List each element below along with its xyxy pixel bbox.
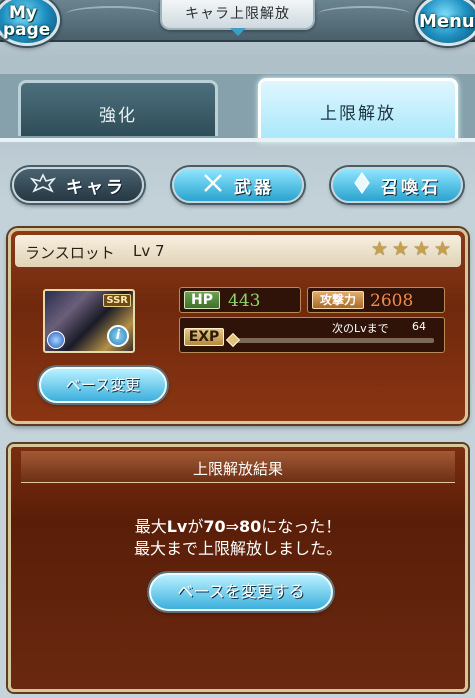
tab-limit-break[interactable]: 上限解放 <box>258 78 458 142</box>
mypage-label-line2: page <box>3 20 51 40</box>
result-message-line2: 最大まで上限解放しました。 <box>133 539 342 558</box>
result-max-to: 80 <box>239 517 262 536</box>
info-icon[interactable]: i <box>107 325 129 347</box>
result-text: が <box>187 517 204 536</box>
exp-progress-bar <box>234 338 434 343</box>
filter-weapon-button[interactable]: 武器 <box>172 167 304 203</box>
star-icon: ★ <box>371 238 389 260</box>
arrow-icon: ⇒ <box>225 517 240 536</box>
crystal-icon <box>353 171 371 199</box>
character-level: Lv 7 <box>133 242 165 260</box>
rarity-badge: SSR <box>103 294 131 307</box>
result-max-from: 70 <box>203 517 226 536</box>
filter-weapon-label: 武器 <box>234 177 274 198</box>
character-panel: ランスロット Lv 7 ★ ★ ★ ★ SSR i ベース変更 HP 443 攻… <box>8 228 468 424</box>
tab-enhance-label: 強化 <box>99 106 137 126</box>
header-ornament-right <box>318 6 410 22</box>
hp-label: HP <box>184 291 220 309</box>
menu-label: Menu <box>419 11 475 32</box>
filter-character-label: キャラ <box>66 177 126 198</box>
star-rating: ★ ★ ★ ★ <box>371 240 453 259</box>
result-text: になった！ <box>261 517 342 536</box>
tab-enhance[interactable]: 強化 <box>18 80 218 136</box>
result-panel: 上限解放結果 最大Lvが70⇒80になった！ 最大まで上限解放しました。 ベース… <box>8 444 468 692</box>
base-change-button[interactable]: ベース変更 <box>39 367 167 403</box>
character-title-bar: ランスロット Lv 7 ★ ★ ★ ★ <box>15 235 461 267</box>
star-icon: ★ <box>392 238 410 260</box>
filter-character-button[interactable]: キャラ <box>12 167 144 203</box>
star-icon: ★ <box>413 238 431 260</box>
hp-stat: HP 443 <box>179 287 301 313</box>
exp-label: EXP <box>184 328 224 346</box>
character-portrait[interactable]: SSR i <box>43 289 135 353</box>
page-title: キャラ上限解放 <box>185 6 290 22</box>
tab-limit-break-label: 上限解放 <box>320 104 396 124</box>
page: キャラ上限解放 My page Menu 強化 上限解放 キャラ 武器 召喚石 … <box>0 0 475 698</box>
filter-summon-button[interactable]: 召喚石 <box>331 167 463 203</box>
exp-progress-knob <box>225 332 241 348</box>
character-name: ランスロット <box>25 244 115 262</box>
result-text-lv: Lv <box>166 517 188 536</box>
attack-value: 2608 <box>370 291 414 311</box>
star-icon: ★ <box>434 238 452 260</box>
result-text: 最大 <box>134 517 167 536</box>
header-bar: キャラ上限解放 <box>0 0 475 42</box>
next-level-label: 次のLvまで <box>332 322 389 335</box>
result-title-bar: 上限解放結果 <box>21 451 455 483</box>
header-title-plate: キャラ上限解放 <box>160 0 315 30</box>
element-icon <box>47 331 65 349</box>
filter-summon-label: 召喚石 <box>381 177 441 198</box>
hp-value: 443 <box>228 291 261 311</box>
next-level-value: 64 <box>412 320 426 333</box>
chevron-down-icon <box>230 28 246 36</box>
exp-stat: EXP 次のLvまで 64 <box>179 317 445 353</box>
attack-label: 攻撃力 <box>312 291 364 309</box>
result-message-line1: 最大Lvが70⇒80になった！ <box>11 513 465 537</box>
result-title: 上限解放結果 <box>192 460 283 478</box>
change-base-button[interactable]: ベースを変更する <box>149 573 333 611</box>
attack-stat: 攻撃力 2608 <box>307 287 445 313</box>
tab-divider <box>0 138 475 142</box>
crossed-swords-icon <box>202 172 224 199</box>
header-ornament-left <box>66 6 158 22</box>
emblem-icon <box>29 172 57 198</box>
